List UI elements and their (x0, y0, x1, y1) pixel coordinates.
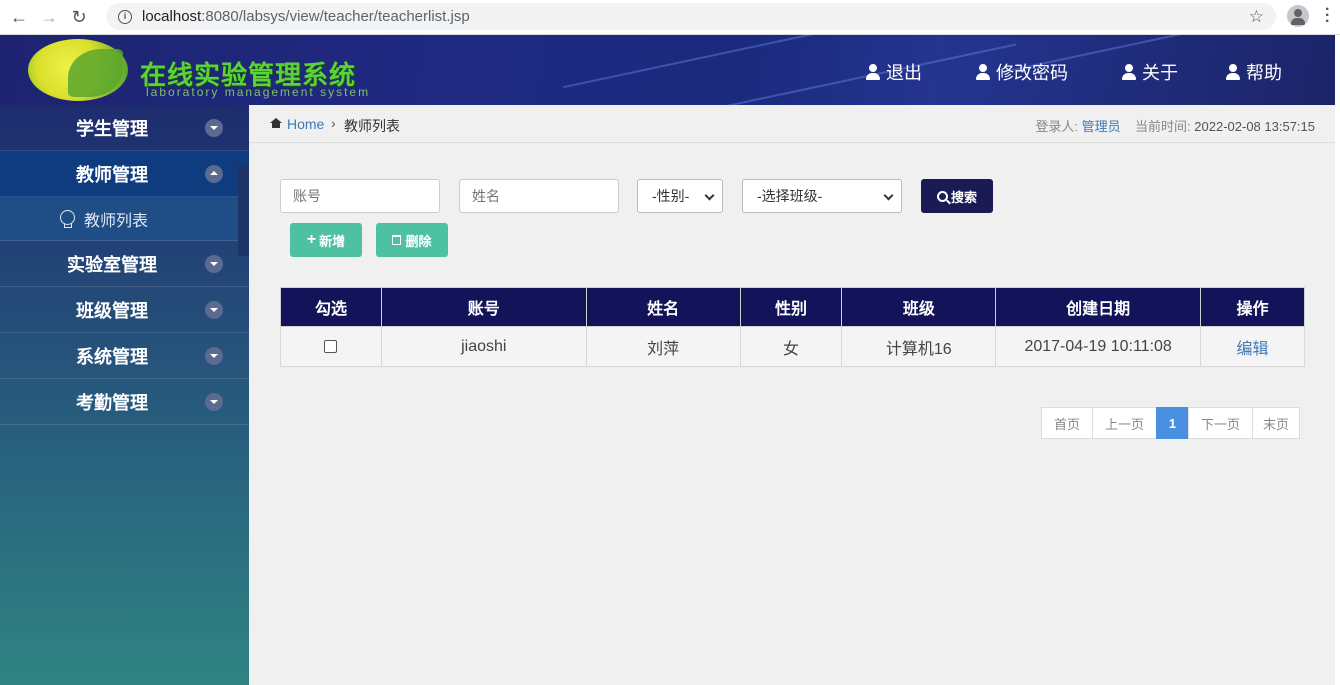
main-content: Home › 教师列表 登录人: 管理员 当前时间: 2022-02-08 13… (249, 105, 1335, 685)
breadcrumb: Home › 教师列表 登录人: 管理员 当前时间: 2022-02-08 13… (249, 105, 1335, 143)
about-link[interactable]: 关于 (1122, 59, 1178, 85)
column-header-account: 账号 (380, 287, 587, 327)
back-arrow-icon[interactable]: ← (8, 6, 30, 28)
page-last[interactable]: 末页 (1252, 407, 1300, 439)
forward-arrow-icon[interactable]: → (38, 6, 60, 28)
reload-icon[interactable]: ↻ (68, 6, 90, 28)
chevron-down-icon[interactable] (205, 347, 223, 365)
chevron-up-icon[interactable] (205, 165, 223, 183)
teacher-table: 勾选 账号 姓名 性别 班级 创建日期 操作 jiaoshi 刘萍 女 计算机1… (280, 287, 1305, 367)
column-header-class: 班级 (841, 287, 997, 327)
row-checkbox[interactable] (324, 339, 338, 353)
gender-select[interactable]: -性别- (637, 179, 723, 213)
cell-gender: 女 (739, 326, 843, 367)
table-row: jiaoshi 刘萍 女 计算机16 2017-04-19 10:11:08 编… (280, 326, 1305, 367)
sidebar-item-system[interactable]: 系统管理 (0, 333, 249, 379)
column-header-action: 操作 (1200, 287, 1305, 327)
chevron-down-icon[interactable] (205, 119, 223, 137)
current-time: 2022-02-08 13:57:15 (1194, 119, 1315, 134)
search-icon (936, 190, 948, 202)
cell-created: 2017-04-19 10:11:08 (995, 326, 1202, 367)
cell-action: 编辑 (1200, 326, 1305, 367)
page-next[interactable]: 下一页 (1188, 407, 1253, 439)
chevron-down-icon (704, 190, 715, 201)
app-subtitle: laboratory management system (146, 85, 371, 99)
login-user: 管理员 (1081, 119, 1121, 134)
page-first[interactable]: 首页 (1041, 407, 1093, 439)
sidebar-subitem-teacher-list[interactable]: 教师列表 (0, 197, 249, 241)
sidebar-divider (238, 166, 249, 256)
delete-button[interactable]: 删除 (376, 223, 448, 257)
lightbulb-icon (60, 210, 75, 228)
sidebar-item-teachers[interactable]: 教师管理 (0, 151, 249, 197)
bookmark-star-icon[interactable]: ☆ (1249, 7, 1264, 27)
user-icon (1122, 64, 1136, 80)
edit-link[interactable]: 编辑 (1237, 341, 1269, 358)
class-select[interactable]: -选择班级- (742, 179, 902, 213)
sidebar-item-labs[interactable]: 实验室管理 (0, 241, 249, 287)
chevron-down-icon[interactable] (205, 255, 223, 273)
address-bar[interactable]: i localhost:8080/labsys/view/teacher/tea… (106, 3, 1276, 30)
page-current[interactable]: 1 (1156, 407, 1189, 439)
account-search-input[interactable] (280, 179, 440, 213)
column-header-select: 勾选 (280, 287, 382, 327)
user-icon (1226, 64, 1240, 80)
column-header-name: 姓名 (585, 287, 741, 327)
profile-avatar-icon[interactable] (1287, 5, 1309, 27)
name-search-input[interactable] (459, 179, 619, 213)
sidebar-item-attendance[interactable]: 考勤管理 (0, 379, 249, 425)
chevron-down-icon[interactable] (205, 393, 223, 411)
app-header: 在线实验管理系统 laboratory management system 退出… (0, 35, 1335, 105)
browser-toolbar: ← → ↻ i localhost:8080/labsys/view/teach… (0, 0, 1340, 35)
cell-class: 计算机16 (841, 326, 997, 367)
chevron-down-icon[interactable] (205, 301, 223, 319)
trash-icon (392, 235, 402, 245)
add-button[interactable]: + 新增 (290, 223, 362, 257)
column-header-created: 创建日期 (995, 287, 1202, 327)
login-info: 登录人: 管理员 当前时间: 2022-02-08 13:57:15 (1035, 119, 1315, 134)
breadcrumb-separator-icon: › (331, 115, 336, 131)
change-password-link[interactable]: 修改密码 (976, 59, 1068, 85)
column-header-gender: 性别 (739, 287, 843, 327)
address-url: localhost:8080/labsys/view/teacher/teach… (142, 8, 470, 25)
chevron-down-icon (883, 190, 894, 201)
user-icon (976, 64, 990, 80)
cell-account: jiaoshi (380, 326, 587, 367)
site-info-icon[interactable]: i (118, 9, 132, 24)
row-select-cell (280, 326, 382, 367)
sidebar: 学生管理 教师管理 教师列表 实验室管理 班级管理 系统管理 考勤管理 (0, 105, 249, 685)
sidebar-item-students[interactable]: 学生管理 (0, 105, 249, 151)
sidebar-item-classes[interactable]: 班级管理 (0, 287, 249, 333)
logout-link[interactable]: 退出 (866, 59, 922, 85)
user-icon (866, 64, 880, 80)
help-link[interactable]: 帮助 (1226, 59, 1282, 85)
breadcrumb-current: 教师列表 (344, 118, 400, 134)
pagination: 首页 上一页 1 下一页 末页 (1041, 407, 1300, 439)
page-prev[interactable]: 上一页 (1092, 407, 1157, 439)
breadcrumb-home-link[interactable]: Home (287, 116, 324, 132)
browser-menu-icon[interactable]: · · · (1325, 2, 1330, 30)
home-icon (270, 118, 282, 128)
search-button[interactable]: 搜索 (921, 179, 993, 213)
table-header-row: 勾选 账号 姓名 性别 班级 创建日期 操作 (280, 287, 1305, 327)
plus-icon: + (306, 231, 317, 248)
cell-name: 刘萍 (585, 326, 741, 367)
